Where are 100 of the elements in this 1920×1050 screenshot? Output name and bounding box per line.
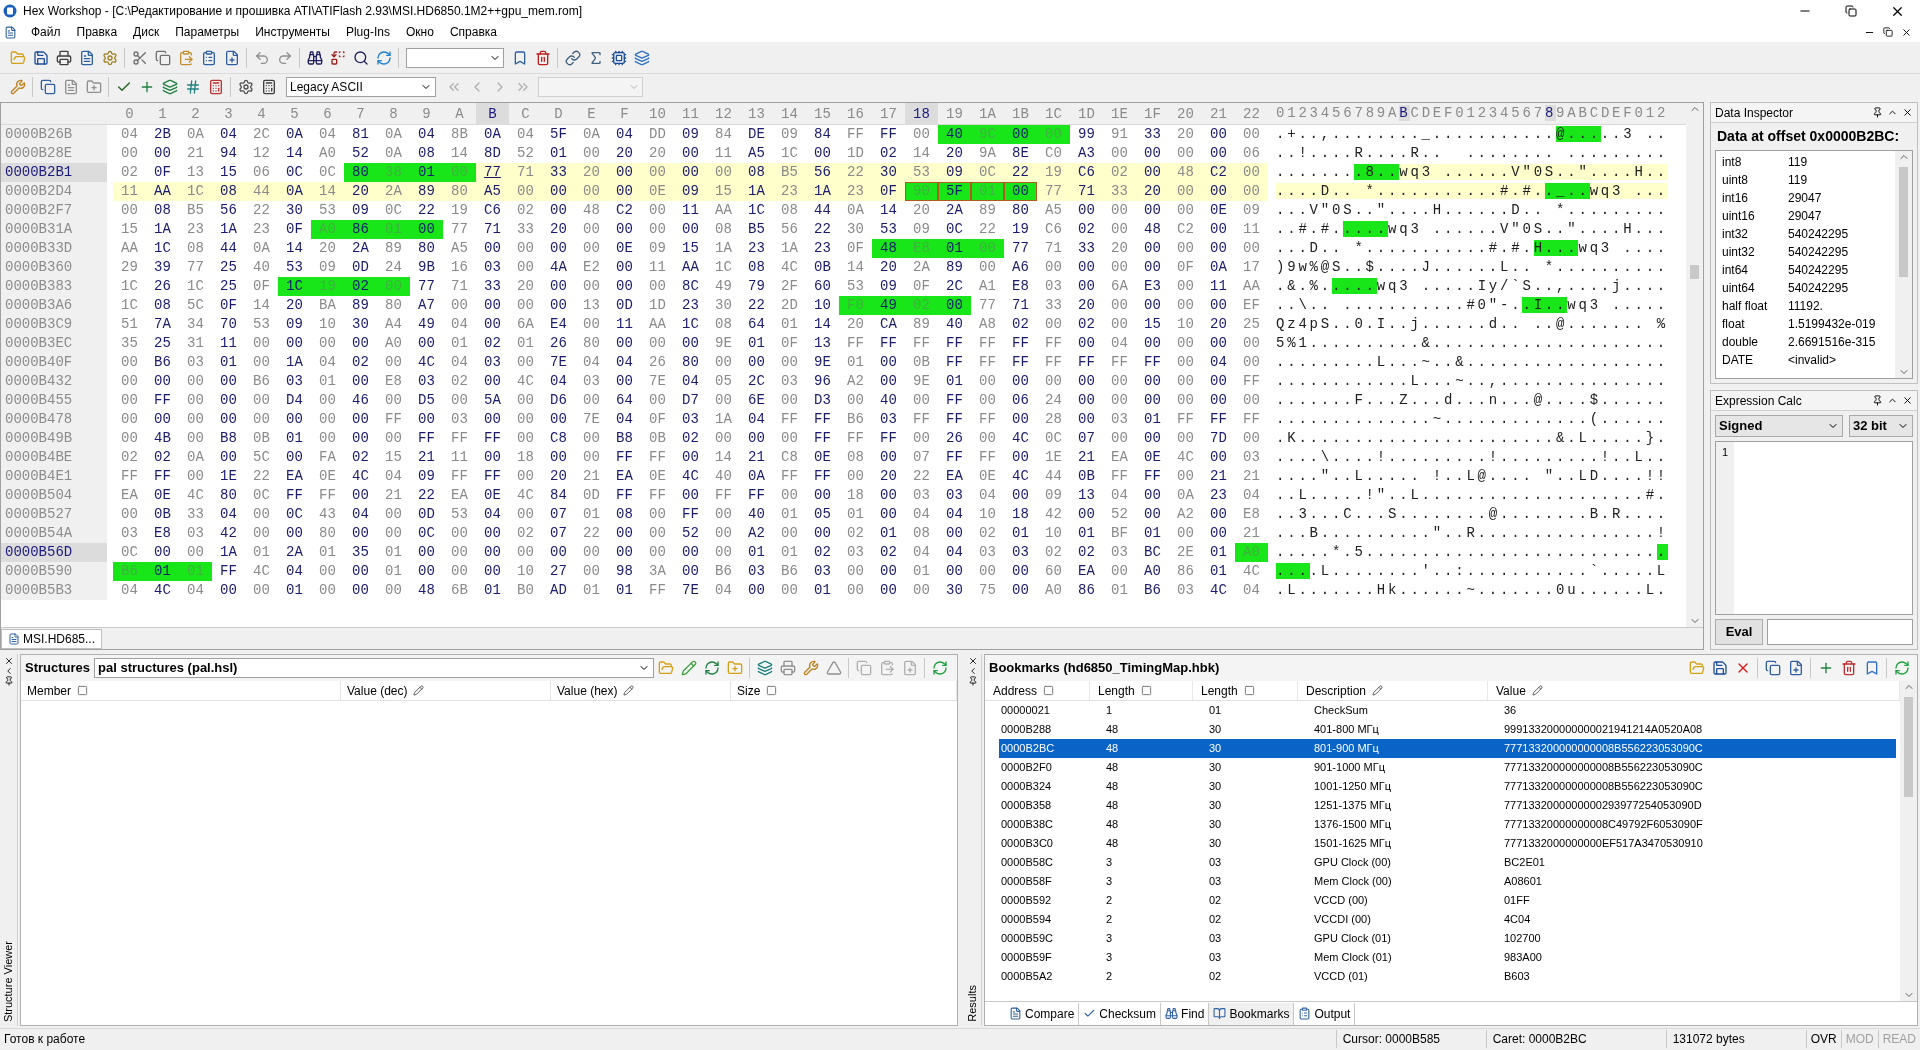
hex-byte: 00 <box>120 410 139 429</box>
menu-item[interactable]: Правка <box>68 22 126 42</box>
bookmark-row[interactable]: 0000B288 48 30 401-800 МГц 999133200000000021941214A0520A08 <box>999 720 1896 739</box>
column-header: 6 <box>322 104 333 124</box>
hex-byte: 7A <box>153 315 172 334</box>
bookmark-row[interactable]: 0000B58C 3 03 GPU Clock (00) BC2E01 <box>999 853 1896 872</box>
hex-byte: 04 <box>714 581 733 600</box>
eval-button[interactable]: Eval <box>1715 619 1763 645</box>
hex-byte: 08 <box>417 144 436 163</box>
hex-byte: 00 <box>483 410 502 429</box>
encoding-dropdown[interactable]: Legacy ASCII <box>286 77 436 97</box>
hex-byte: 10 <box>813 296 832 315</box>
hex-byte: FF <box>1242 410 1261 429</box>
document-tab[interactable]: MSI.HD685... <box>1 628 103 649</box>
menu-item[interactable]: Plug-Ins <box>337 22 398 42</box>
menu-item[interactable]: Диск <box>125 22 168 42</box>
hex-byte: BC <box>1143 543 1162 562</box>
hex-byte: 13 <box>1077 486 1096 505</box>
hex-byte: 6A <box>516 315 535 334</box>
bookmark-row[interactable]: 0000B59F 3 03 Mem Clock (01) 983A00 <box>999 948 1896 967</box>
hex-byte: 00 <box>516 410 535 429</box>
side-label: Results <box>965 985 980 1022</box>
hex-byte: FF <box>615 448 634 467</box>
hex-byte: 21 <box>582 467 601 486</box>
menu-item[interactable]: Параметры <box>167 22 248 42</box>
hex-byte: 00 <box>410 220 443 239</box>
hex-byte: 10 <box>1044 524 1063 543</box>
column-header[interactable]: Value (hex) <box>557 681 618 700</box>
hex-byte: 00 <box>318 410 337 429</box>
table-cell-text: 48 <box>1105 760 1120 776</box>
hex-byte: 14 <box>714 448 733 467</box>
hex-byte: 22 <box>417 486 436 505</box>
column-header[interactable]: Length <box>1201 681 1238 700</box>
bookmark-row[interactable]: 0000B324 48 30 1001-1250 МГц 777133200000000008B556223053090C <box>999 777 1896 796</box>
hex-byte: 01 <box>846 505 865 524</box>
bookmark-row[interactable]: 0000B2F0 48 30 901-1000 МГц 777133200000000008B556223053090C <box>999 758 1896 777</box>
hex-byte: 00 <box>681 334 700 353</box>
column-header: 11 <box>681 104 700 124</box>
column-header[interactable]: Value (dec) <box>347 681 408 700</box>
hex-byte: 00 <box>1242 391 1261 410</box>
hex-byte: 00 <box>978 372 997 391</box>
hex-byte: 00 <box>714 429 733 448</box>
hex-byte: 00 <box>747 353 766 372</box>
hex-byte: 19 <box>1011 220 1030 239</box>
hex-byte: 00 <box>252 353 271 372</box>
bookmark-row[interactable]: 0000B58F 3 03 Mem Clock (00) A08601 <box>999 872 1896 891</box>
menu-item[interactable]: Окно <box>398 22 442 42</box>
hex-byte: 01 <box>912 562 931 581</box>
hex-byte: 0F <box>219 296 238 315</box>
hex-byte: 1A <box>740 182 773 201</box>
hex-byte: 33 <box>483 277 502 296</box>
hex-byte: 14 <box>450 144 469 163</box>
bookmark-row[interactable]: 00000021 1 01 CheckSum 36 <box>999 701 1896 720</box>
hex-byte: 04 <box>681 372 700 391</box>
menu-item[interactable]: Файл <box>23 22 69 42</box>
hex-byte: 0F <box>252 277 271 296</box>
menu-item[interactable]: Инструменты <box>247 22 338 42</box>
bookmark-row[interactable]: 0000B358 48 30 1251-1375 МГц 7771332000000000293977254053090D <box>999 796 1896 815</box>
bookmark-row[interactable]: 0000B2BC 48 30 801-900 МГц 777133200000000008B556223053090C <box>999 739 1896 758</box>
structure-library-dropdown[interactable]: pal structures (pal.hsl) <box>94 658 655 678</box>
bookmark-row[interactable]: 0000B594 2 02 VCCDI (00) 4C04 <box>999 910 1896 929</box>
hex-byte: 00 <box>351 410 370 429</box>
sign-dropdown[interactable]: Signed <box>1715 415 1843 437</box>
column-header[interactable]: Address <box>993 681 1038 700</box>
hex-byte: 20 <box>285 296 304 315</box>
bookmark-row[interactable]: 0000B3C0 48 30 1501-1625 МГц 7771332000000000EF517A3470530910 <box>999 834 1896 853</box>
bookmark-row[interactable]: 0000B38C 48 30 1376-1500 МГц 77713320000000008C49792F6053090F <box>999 815 1896 834</box>
hex-byte: 00 <box>1235 163 1268 182</box>
hex-byte: 9A <box>978 144 997 163</box>
bookmark-row[interactable]: 0000B59C 3 03 GPU Clock (01) 102700 <box>999 929 1896 948</box>
expression-editor[interactable]: 1 <box>1715 441 1913 615</box>
inspector-heading: Data at offset 0x0000B2BC: <box>1716 127 1901 146</box>
column-header[interactable]: Size <box>737 681 761 700</box>
table-cell-text: 36 <box>1503 703 1518 719</box>
width-dropdown[interactable]: 32 bit <box>1849 415 1913 437</box>
hex-byte: 02 <box>516 201 535 220</box>
hex-byte: 51 <box>120 315 139 334</box>
hex-byte: 20 <box>1110 239 1129 258</box>
column-header[interactable]: Value <box>1496 681 1526 700</box>
hex-byte: 01 <box>1209 562 1228 581</box>
type-value: 29047 <box>1788 208 1822 225</box>
hex-byte: 0A <box>384 125 403 144</box>
column-header[interactable]: Description <box>1306 681 1367 700</box>
bookmarks-tab[interactable]: Bookmarks <box>1209 1002 1295 1025</box>
hex-byte: 00 <box>417 562 436 581</box>
column-header[interactable]: Member <box>27 681 71 700</box>
column-header[interactable]: Length <box>1098 681 1135 700</box>
hex-byte: 00 <box>582 429 601 448</box>
hex-byte: 4C <box>186 486 205 505</box>
bookmark-row[interactable]: 0000B592 2 02 VCCD (00) 01FF <box>999 891 1896 910</box>
menu-item[interactable]: Справка <box>441 22 505 42</box>
hex-byte: 0E <box>648 467 667 486</box>
hex-byte: 14 <box>285 239 304 258</box>
hex-byte: 00 <box>615 277 634 296</box>
cursor-position: Cursor: 0000B585 <box>1335 1029 1486 1048</box>
bookmark-row[interactable]: 0000B5A2 2 02 VCCD (01) B603 <box>999 967 1896 986</box>
hex-byte: 60 <box>1044 562 1063 581</box>
hex-byte: 77 <box>1011 239 1030 258</box>
hex-byte: 20 <box>549 220 568 239</box>
hex-byte: E3 <box>1143 277 1162 296</box>
